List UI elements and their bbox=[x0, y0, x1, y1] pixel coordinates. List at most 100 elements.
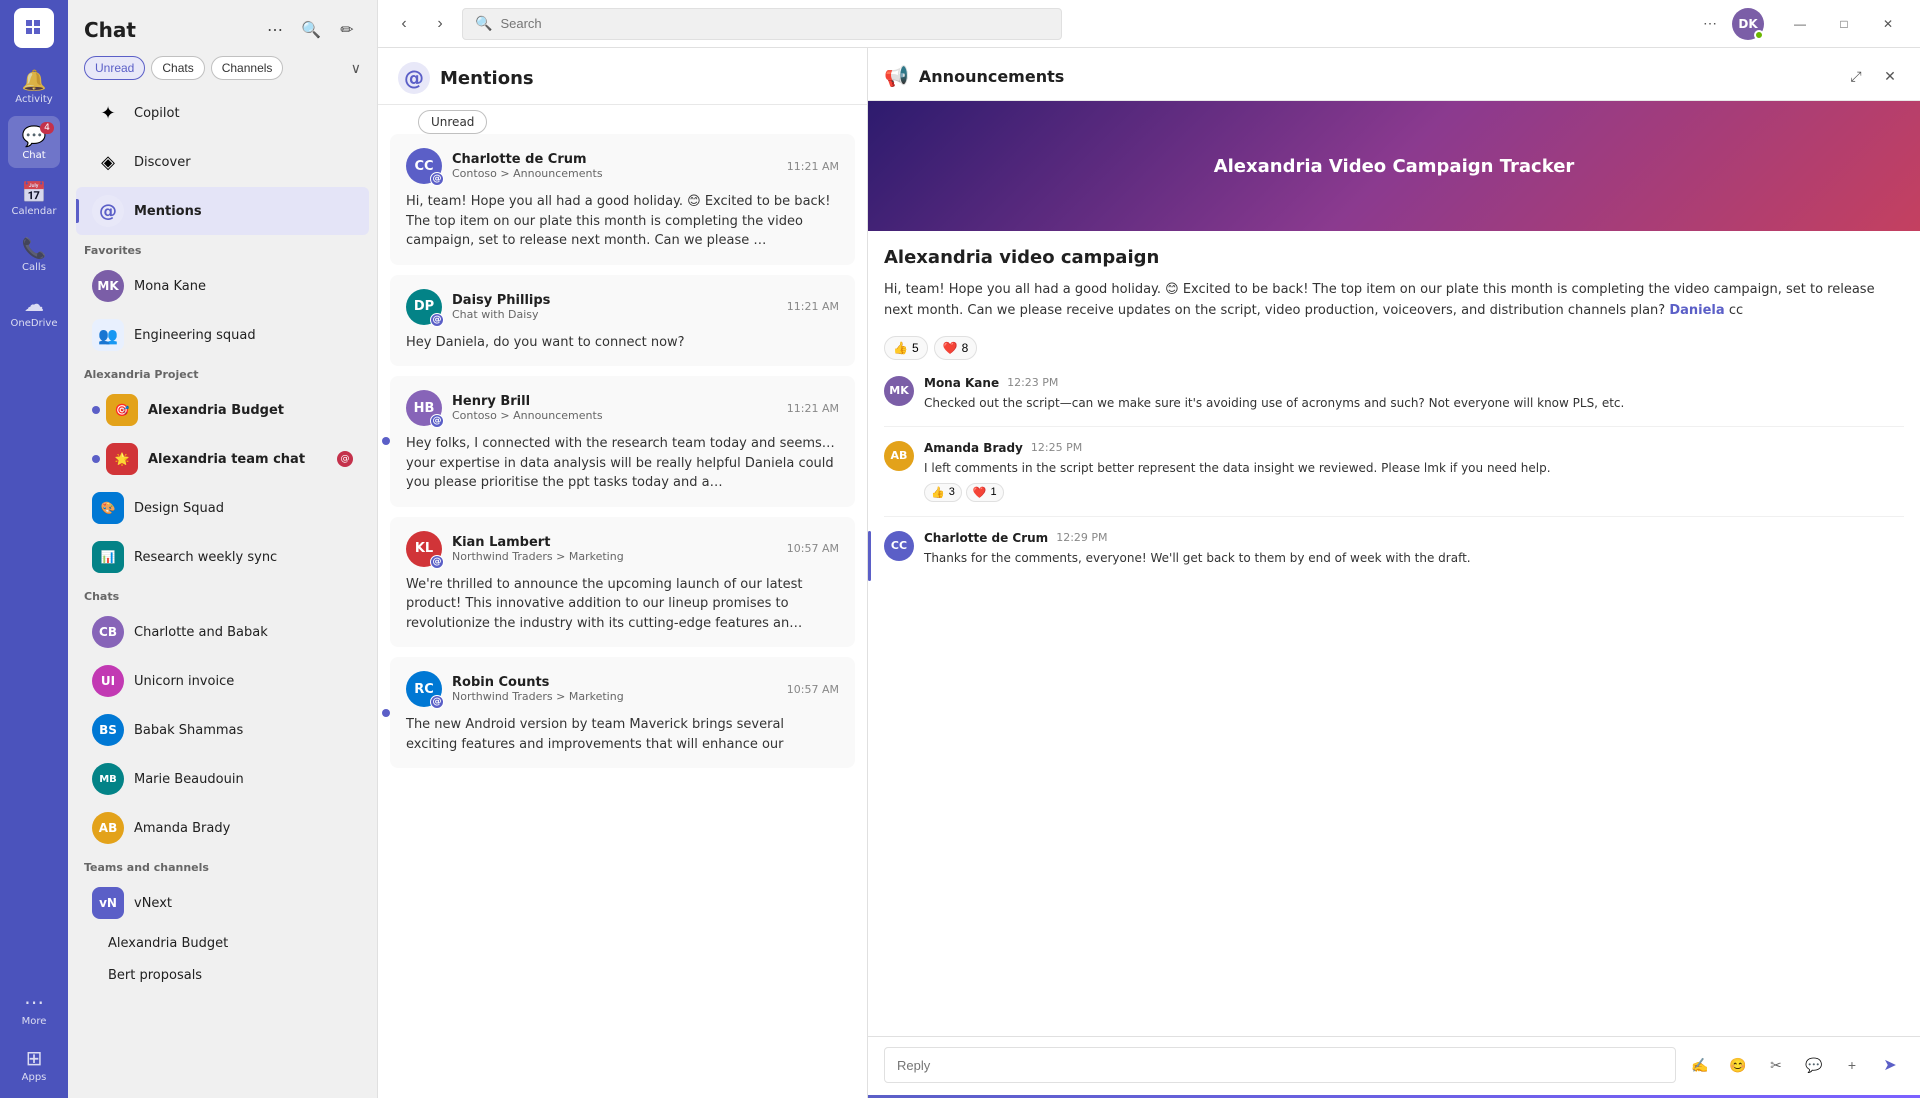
sidebar-compose-button[interactable]: ✏ bbox=[333, 16, 361, 44]
reply-emoji-button[interactable]: 😊 bbox=[1724, 1051, 1752, 1079]
comment3-avatar: CC bbox=[884, 531, 914, 561]
msg1-header: CC @ Charlotte de Crum Contoso > Announc… bbox=[406, 148, 839, 184]
app-logo[interactable] bbox=[14, 8, 54, 48]
filter-chats[interactable]: Chats bbox=[151, 56, 204, 80]
filter-unread[interactable]: Unread bbox=[84, 56, 145, 80]
sidebar-item-charlotte-babak[interactable]: CB Charlotte and Babak bbox=[76, 608, 369, 656]
rail-label-calls: Calls bbox=[22, 262, 46, 273]
sidebar-more-button[interactable]: ⋯ bbox=[261, 16, 289, 44]
ann-message-area: Alexandria video campaign Hi, team! Hope… bbox=[868, 231, 1920, 611]
reply-input[interactable] bbox=[884, 1047, 1676, 1083]
msg2-at-icon: @ bbox=[430, 313, 444, 327]
sidebar-item-mentions[interactable]: @ Mentions bbox=[76, 187, 369, 235]
campaign-title: Alexandria video campaign bbox=[884, 247, 1904, 268]
message-card-4[interactable]: KL @ Kian Lambert Northwind Traders > Ma… bbox=[390, 517, 855, 648]
reply-more-button[interactable]: + bbox=[1838, 1051, 1866, 1079]
ann-close-button[interactable]: ✕ bbox=[1876, 62, 1904, 90]
ann-title-area: 📢 Announcements bbox=[884, 64, 1064, 88]
sidebar-item-alex-team[interactable]: 🌟 Alexandria team chat @ bbox=[76, 435, 369, 483]
sidebar-item-alex-budget-teams[interactable]: Alexandria Budget bbox=[76, 928, 369, 959]
maximize-button[interactable]: □ bbox=[1824, 10, 1864, 38]
reaction-thumbs-up[interactable]: 👍 5 bbox=[884, 336, 928, 360]
sidebar-item-copilot[interactable]: ✦ Copilot bbox=[76, 89, 369, 137]
rail-label-apps: Apps bbox=[22, 1072, 47, 1083]
comment2-thumbs-up[interactable]: 👍 3 bbox=[924, 483, 962, 502]
msg5-body: The new Android version by team Maverick… bbox=[406, 715, 839, 754]
sidebar-item-bert-proposals[interactable]: Bert proposals bbox=[76, 960, 369, 991]
msg4-at-icon: @ bbox=[430, 555, 444, 569]
reply-attach-button[interactable]: ✂ bbox=[1762, 1051, 1790, 1079]
chat-badge: 4 bbox=[40, 122, 54, 134]
unicorn-invoice-name: Unicorn invoice bbox=[134, 674, 353, 689]
sidebar-item-alex-budget[interactable]: 🎯 Alexandria Budget bbox=[76, 386, 369, 434]
filter-channels[interactable]: Channels bbox=[211, 56, 284, 80]
rail-item-more[interactable]: ⋯ More bbox=[8, 982, 60, 1034]
comment2-heart[interactable]: ❤️ 1 bbox=[966, 483, 1004, 502]
mentions-panel-title: Mentions bbox=[440, 68, 534, 89]
research-info: Research weekly sync bbox=[134, 550, 353, 565]
close-button[interactable]: ✕ bbox=[1868, 10, 1908, 38]
sidebar-item-marie-beaudouin[interactable]: MB Marie Beaudouin bbox=[76, 755, 369, 803]
marie-name: Marie Beaudouin bbox=[134, 772, 353, 787]
reply-gif-button[interactable]: 💬 bbox=[1800, 1051, 1828, 1079]
ann-expand-button[interactable]: ⤢ bbox=[1842, 62, 1870, 90]
sidebar-item-amanda-brady[interactable]: AB Amanda Brady bbox=[76, 804, 369, 852]
design-squad-info: Design Squad bbox=[134, 501, 353, 516]
sidebar-item-vnext[interactable]: vN vNext bbox=[76, 879, 369, 927]
sidebar-item-design-squad[interactable]: 🎨 Design Squad bbox=[76, 484, 369, 532]
design-squad-name: Design Squad bbox=[134, 501, 353, 516]
eng-squad-info: Engineering squad bbox=[134, 328, 353, 343]
mona-avatar: MK bbox=[92, 270, 124, 302]
sidebar-search-button[interactable]: 🔍 bbox=[297, 16, 325, 44]
sidebar-item-unicorn-invoice[interactable]: UI Unicorn invoice bbox=[76, 657, 369, 705]
rail-item-onedrive[interactable]: ☁ OneDrive bbox=[8, 284, 60, 336]
vnext-info: vNext bbox=[134, 896, 353, 911]
rail-item-calendar[interactable]: 📅 Calendar bbox=[8, 172, 60, 224]
sidebar-item-mona[interactable]: MK Mona Kane bbox=[76, 262, 369, 310]
favorites-label: Favorites bbox=[68, 236, 377, 261]
search-input[interactable] bbox=[500, 16, 1049, 31]
rail-item-calls[interactable]: 📞 Calls bbox=[8, 228, 60, 280]
campaign-mention[interactable]: Daniela bbox=[1669, 303, 1724, 318]
sidebar-item-discover[interactable]: ◈ Discover bbox=[76, 138, 369, 186]
window-controls: — □ ✕ bbox=[1780, 10, 1908, 38]
user-avatar[interactable]: DK bbox=[1732, 8, 1764, 40]
msg3-avatar: HB @ bbox=[406, 390, 442, 426]
charlotte-babak-avatar: CB bbox=[92, 616, 124, 648]
message-card-1[interactable]: CC @ Charlotte de Crum Contoso > Announc… bbox=[390, 134, 855, 265]
message-card-3[interactable]: HB @ Henry Brill Contoso > Announcements… bbox=[390, 376, 855, 507]
alex-team-name: Alexandria team chat bbox=[148, 452, 327, 467]
eng-squad-name: Engineering squad bbox=[134, 328, 353, 343]
msg2-header: DP @ Daisy Phillips Chat with Daisy 11:2… bbox=[406, 289, 839, 325]
rail-item-apps[interactable]: ⊞ Apps bbox=[8, 1038, 60, 1090]
thumbs-up-emoji: 👍 bbox=[893, 341, 908, 355]
comment3-indicator bbox=[868, 531, 871, 581]
ann-title: Announcements bbox=[919, 67, 1064, 86]
minimize-button[interactable]: — bbox=[1780, 10, 1820, 38]
sidebar-item-research-weekly[interactable]: 📊 Research weekly sync bbox=[76, 533, 369, 581]
msg1-meta: Charlotte de Crum Contoso > Announcement… bbox=[452, 152, 777, 180]
sidebar-item-babak-shammas[interactable]: BS Babak Shammas bbox=[76, 706, 369, 754]
settings-button[interactable]: ⋯ bbox=[1696, 10, 1724, 38]
rail-item-chat[interactable]: 4 💬 Chat bbox=[8, 116, 60, 168]
message-card-5[interactable]: RC @ Robin Counts Northwind Traders > Ma… bbox=[390, 657, 855, 768]
alex-team-mention: @ bbox=[337, 451, 353, 467]
msg1-time: 11:21 AM bbox=[787, 160, 839, 173]
msg5-sender: Robin Counts bbox=[452, 675, 777, 690]
reaction-heart[interactable]: ❤️ 8 bbox=[934, 336, 978, 360]
filter-expand-button[interactable]: ∨ bbox=[351, 60, 361, 77]
sidebar-item-eng-squad[interactable]: 👥 Engineering squad bbox=[76, 311, 369, 359]
comment1-text: Checked out the script—can we make sure … bbox=[924, 394, 1904, 412]
back-button[interactable]: ‹ bbox=[390, 10, 418, 38]
unread-chip[interactable]: Unread bbox=[418, 110, 487, 134]
msg3-header: HB @ Henry Brill Contoso > Announcements… bbox=[406, 390, 839, 426]
reply-format-button[interactable]: ✍ bbox=[1686, 1051, 1714, 1079]
comment-1: MK Mona Kane 12:23 PM Checked out the sc… bbox=[884, 376, 1904, 427]
rail-item-activity[interactable]: 🔔 Activity bbox=[8, 60, 60, 112]
forward-button[interactable]: › bbox=[426, 10, 454, 38]
reply-send-button[interactable]: ➤ bbox=[1876, 1051, 1904, 1079]
comment2-name: Amanda Brady bbox=[924, 441, 1023, 455]
msg4-avatar: KL @ bbox=[406, 531, 442, 567]
message-card-2[interactable]: DP @ Daisy Phillips Chat with Daisy 11:2… bbox=[390, 275, 855, 367]
mentions-panel: @ Mentions Unread CC @ Charlotte de Crum bbox=[378, 48, 868, 1098]
